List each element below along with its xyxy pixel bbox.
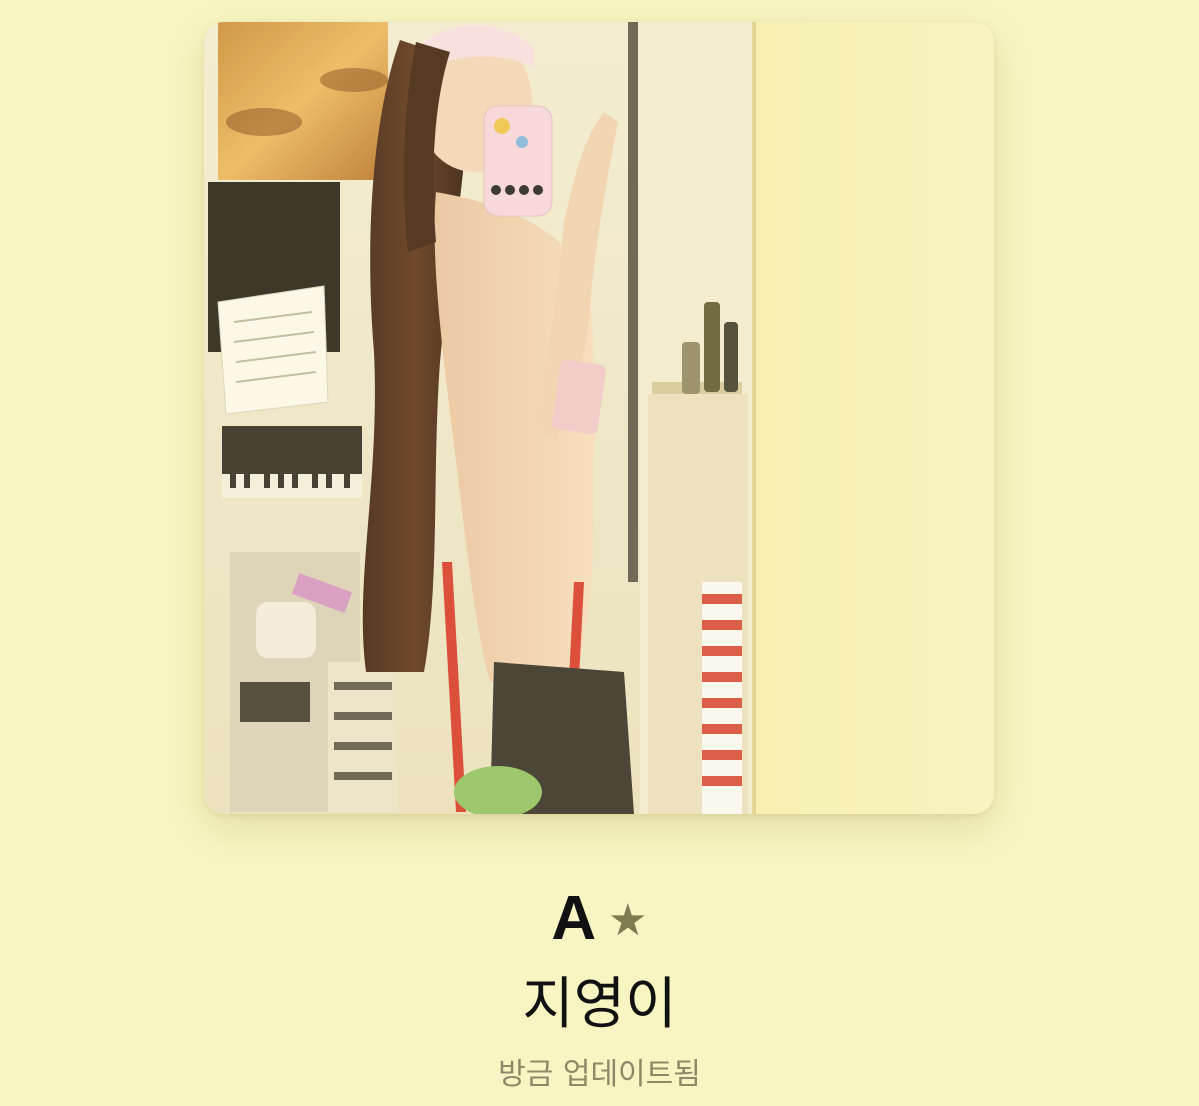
star-icon: ★ [608,895,648,946]
album-cover[interactable] [204,22,994,814]
artist-name[interactable]: 지영이 [0,974,1199,1036]
update-status: 방금 업데이트됨 [498,1057,701,1092]
album-cover-image [204,22,994,814]
album-title-row: A ★ [0,888,1199,950]
album-title: A [551,884,597,953]
